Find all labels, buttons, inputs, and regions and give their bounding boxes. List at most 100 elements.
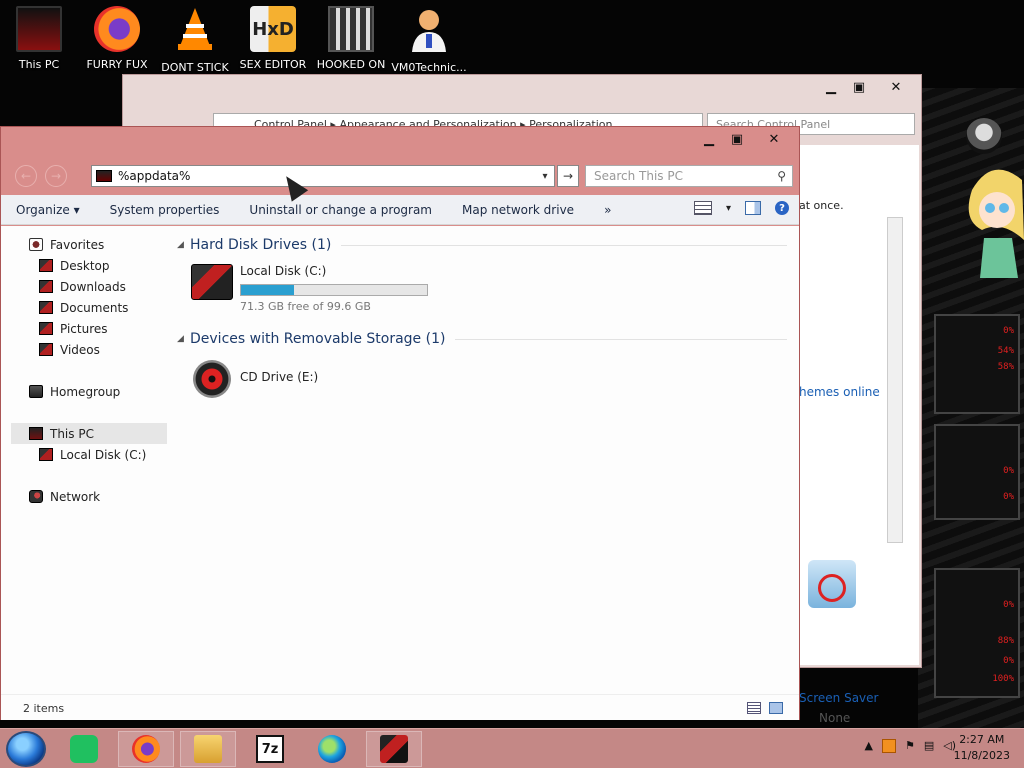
back-window-controls: ▁ ▣ ✕ <box>817 77 919 97</box>
taskbar-app-file-explorer[interactable] <box>180 731 236 767</box>
maximize-button[interactable]: ▣ <box>845 77 873 97</box>
wallpaper-panel: 0% 88% 0% 100% <box>934 568 1020 698</box>
clock-date: 11/8/2023 <box>953 749 1010 762</box>
desktop-icon-label: FURRY FUX <box>86 58 148 71</box>
tray-app-icon[interactable] <box>881 739 896 753</box>
large-icons-view-icon[interactable] <box>769 702 783 714</box>
minimize-button[interactable]: ▁ <box>695 129 723 149</box>
back-content-text: at once. <box>799 199 844 212</box>
get-themes-online-link[interactable]: hemes online <box>799 385 880 399</box>
wallpaper-panel: 0% 54% 58% <box>934 314 1020 414</box>
search-input[interactable]: Search This PC ⚲ <box>585 165 793 187</box>
screen-saver-link[interactable]: Screen Saver <box>799 691 878 705</box>
nav-local-disk[interactable]: Local Disk (C:) <box>11 444 167 465</box>
monitor-icon <box>16 6 62 52</box>
drive-cd-e[interactable]: CD Drive (E:) <box>177 350 787 410</box>
desktop-icon-dont-stick[interactable]: DONT STICK <box>156 6 234 74</box>
minimize-button[interactable]: ▁ <box>817 77 845 97</box>
close-button[interactable]: ✕ <box>873 77 919 97</box>
firefox-icon <box>132 735 160 763</box>
desktop-icon-hooked-on[interactable]: HOOKED ON <box>312 6 390 71</box>
network-icon <box>29 490 43 503</box>
nav-label: Network <box>50 489 101 504</box>
go-arrow-button[interactable]: → <box>557 165 579 187</box>
nav-downloads[interactable]: Downloads <box>11 276 167 297</box>
address-input[interactable] <box>118 169 538 183</box>
nav-pictures[interactable]: Pictures <box>11 318 167 339</box>
taskbar-clock[interactable]: 2:27 AM 11/8/2023 <box>954 732 1010 764</box>
back-button[interactable]: ← <box>15 165 37 187</box>
map-network-drive-button[interactable]: Map network drive <box>447 203 589 217</box>
wallpaper-character-image <box>968 169 1024 278</box>
collapse-triangle-icon: ◢ <box>177 334 184 344</box>
more-commands-button[interactable]: » <box>589 203 626 217</box>
this-pc-small-icon <box>96 170 112 182</box>
desktop-icon-furry-fux[interactable]: FURRY FUX <box>78 6 156 71</box>
command-bar: Organize ▾ System properties Uninstall o… <box>1 195 799 225</box>
taskbar-app-edge[interactable] <box>304 731 360 767</box>
nav-homegroup[interactable]: Homegroup <box>11 381 167 402</box>
chevron-down-icon[interactable]: ▾ <box>726 203 731 214</box>
videos-folder-icon <box>39 343 53 356</box>
search-icon: ⚲ <box>777 169 786 183</box>
content-pane: ◢ Hard Disk Drives (1) Local Disk (C:) 7… <box>177 234 787 410</box>
desktop-icon-sex-editor[interactable]: HxD SEX EDITOR <box>234 6 312 71</box>
nav-videos[interactable]: Videos <box>11 339 167 360</box>
nav-desktop[interactable]: Desktop <box>11 255 167 276</box>
wallpaper-text: 88% <box>997 636 1014 646</box>
nav-documents[interactable]: Documents <box>11 297 167 318</box>
nav-network[interactable]: Network <box>11 486 167 507</box>
nav-this-pc[interactable]: This PC <box>11 423 167 444</box>
hard-drive-icon <box>39 448 53 461</box>
desktop-icon-vm0technic[interactable]: VM0Technic... <box>390 6 468 74</box>
drive-free-space: 71.3 GB free of 99.6 GB <box>240 300 371 313</box>
pictures-folder-icon <box>39 322 53 335</box>
uninstall-program-button[interactable]: Uninstall or change a program <box>234 203 447 217</box>
network-status-icon[interactable]: ▤ <box>924 739 934 753</box>
group-header-hard-disk[interactable]: ◢ Hard Disk Drives (1) <box>177 234 787 256</box>
clock-time: 2:27 AM <box>959 733 1005 746</box>
chevron-down-icon[interactable]: ▾ <box>538 171 552 182</box>
back-scrollbar[interactable] <box>887 217 903 543</box>
system-properties-button[interactable]: System properties <box>95 203 235 217</box>
wallpaper-logo-icon <box>966 118 1002 154</box>
address-bar[interactable]: ▾ <box>91 165 555 187</box>
maximize-button[interactable]: ▣ <box>723 129 751 149</box>
edge-browser-icon <box>318 735 346 763</box>
desktop-icon-this-pc[interactable]: This PC <box>0 6 78 71</box>
close-button[interactable]: ✕ <box>751 129 797 149</box>
taskbar-app-7zip[interactable]: 7z <box>242 731 298 767</box>
nav-favorites[interactable]: Favorites <box>11 234 167 255</box>
organize-button[interactable]: Organize ▾ <box>1 203 95 217</box>
details-view-icon[interactable] <box>747 702 761 714</box>
vlc-cone-icon <box>178 8 212 50</box>
forward-button[interactable]: → <box>45 165 67 187</box>
wallpaper-text: 0% <box>1003 600 1014 610</box>
drive-local-disk-c[interactable]: Local Disk (C:) 71.3 GB free of 99.6 GB <box>177 256 787 316</box>
taskbar-app-firefox[interactable] <box>118 731 174 767</box>
show-hidden-icons-icon[interactable]: ▲ <box>864 739 872 753</box>
change-view-icon[interactable] <box>693 201 712 215</box>
nav-label: Desktop <box>60 258 110 273</box>
start-button[interactable] <box>6 731 46 767</box>
nav-label: Local Disk (C:) <box>60 447 147 462</box>
group-header-removable[interactable]: ◢ Devices with Removable Storage (1) <box>177 328 787 350</box>
taskbar-app-this-pc[interactable] <box>366 731 422 767</box>
this-pc-window[interactable]: ▁ ▣ ✕ ← → ▾ → Search This PC ⚲ Organize … <box>0 126 800 720</box>
group-header-label: Devices with Removable Storage (1) <box>190 331 446 347</box>
star-icon <box>29 238 43 251</box>
hard-drive-icon <box>191 264 233 300</box>
help-icon[interactable]: ? <box>775 201 789 215</box>
back-window-titlebar[interactable] <box>123 75 921 99</box>
taskbar-app-notes[interactable] <box>56 731 112 767</box>
drive-name: CD Drive (E:) <box>240 370 319 384</box>
toolbar-right-group: ▾ ? <box>693 201 789 215</box>
action-center-flag-icon[interactable]: ⚑ <box>905 739 915 753</box>
cd-drive-icon <box>193 360 231 398</box>
no-symbol-icon <box>818 574 846 602</box>
search-placeholder: Search This PC <box>594 169 683 183</box>
folder-icon <box>194 735 222 763</box>
nav-label: Documents <box>60 300 129 315</box>
preview-pane-icon[interactable] <box>745 201 761 215</box>
taskbar: 7z ▲ ⚑ ▤ ◁) 2:27 AM 11/8/2023 <box>0 728 1024 768</box>
